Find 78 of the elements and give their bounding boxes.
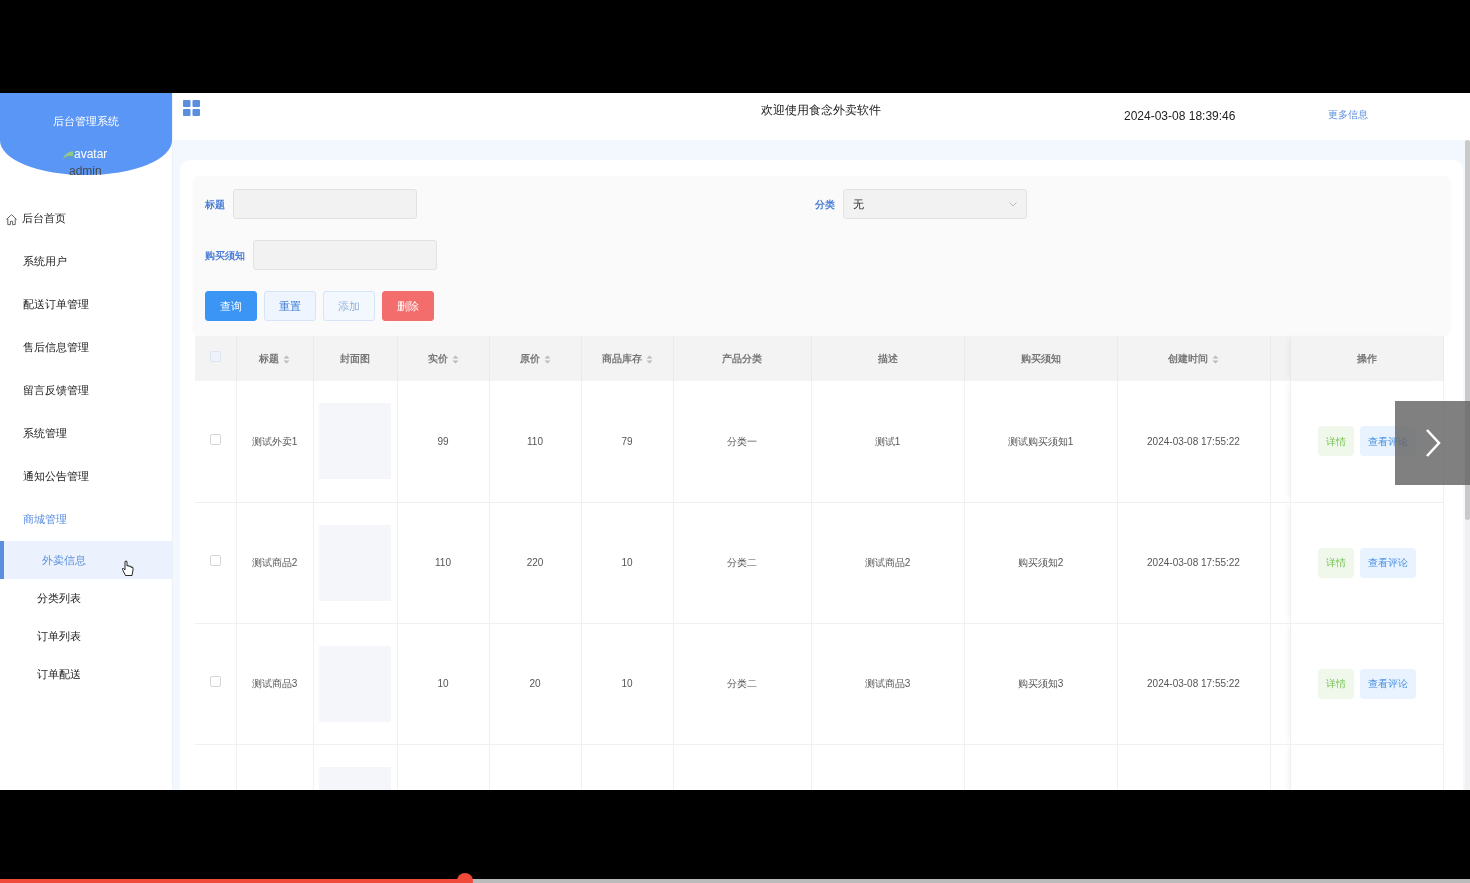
menu-item[interactable]: 售后信息管理 <box>0 326 172 369</box>
app-title: 后台管理系统 <box>52 114 120 129</box>
menu-item[interactable]: 配送订单管理 <box>0 283 172 326</box>
field-label: 购买须知 <box>205 248 245 263</box>
row-action-button[interactable]: 详情 <box>1317 426 1354 457</box>
column-header: 描述 <box>877 353 898 364</box>
table-cell: 110 <box>435 557 451 568</box>
column-header: 封面图 <box>340 353 370 364</box>
username: admin <box>69 165 102 178</box>
column-header: 购买须知 <box>1020 353 1061 364</box>
chevron-down-icon <box>1009 201 1017 207</box>
action-button[interactable]: 重置 <box>264 291 316 321</box>
submenu-item[interactable]: 订单列表 <box>0 617 172 655</box>
table-cell: 220 <box>526 557 544 568</box>
table-cell: 购买须知2 <box>1017 557 1064 568</box>
menu-item[interactable]: 后台首页 <box>0 197 172 240</box>
row-action-button[interactable]: 详情 <box>1317 668 1354 699</box>
input-field[interactable] <box>233 189 417 219</box>
current-datetime: 2024-03-08 18:39:46 <box>1124 108 1236 125</box>
column-header: 原价 <box>519 353 540 364</box>
menu-item[interactable]: 留言反馈管理 <box>0 369 172 412</box>
table-cell: 测试购买须知1 <box>1007 435 1074 447</box>
page-title: 欢迎使用食念外卖软件 <box>761 102 881 119</box>
table-cell: 2024-03-08 17:55:22 <box>1147 435 1240 447</box>
table-cell: 110 <box>527 435 543 447</box>
column-header: 实价 <box>427 353 448 364</box>
table-cell: 分类一 <box>727 435 757 447</box>
more-info-link[interactable]: 更多信息 <box>1328 107 1368 122</box>
table-cell: 分类二 <box>727 557 757 568</box>
sort-icon[interactable] <box>1212 354 1219 364</box>
action-button[interactable]: 删除 <box>382 291 434 321</box>
row-action-button[interactable]: 查看评论 <box>1359 668 1416 699</box>
column-header: 产品分类 <box>722 353 762 364</box>
table-cell: 99 <box>437 435 449 447</box>
table-cell: 20 <box>529 678 541 689</box>
column-header: 创建时间 <box>1168 353 1208 364</box>
select-field[interactable]: 无 <box>843 189 1027 219</box>
table-cell: 测试1 <box>874 435 901 447</box>
sort-icon[interactable] <box>451 354 459 364</box>
table-cell: 测试商品3 <box>251 678 298 689</box>
sort-icon[interactable] <box>645 354 653 364</box>
input-field[interactable] <box>253 240 437 270</box>
row-checkbox[interactable] <box>209 676 221 687</box>
table-cell: 10 <box>437 678 449 689</box>
menu-item[interactable]: 系统用户 <box>0 240 172 283</box>
column-header: 标题 <box>259 353 279 364</box>
field-label: 分类 <box>815 197 835 212</box>
table-cell: 10 <box>621 678 633 689</box>
table-cell: 10 <box>621 557 633 568</box>
row-action-button[interactable]: 详情 <box>1317 547 1354 578</box>
row-action-button[interactable]: 查看评论 <box>1359 547 1416 578</box>
table-cell: 测试商品2 <box>251 557 298 568</box>
chevron-right-icon <box>1424 428 1441 458</box>
column-header: 商品库存 <box>601 353 642 364</box>
table-cell: 79 <box>621 435 633 447</box>
column-header: 操作 <box>1356 353 1377 364</box>
row-checkbox[interactable] <box>209 555 221 566</box>
sort-icon[interactable] <box>283 354 290 364</box>
table-cell: 测试商品2 <box>864 557 911 568</box>
submenu-item[interactable]: 分类列表 <box>0 579 172 617</box>
table-cell: 2024-03-08 17:55:22 <box>1147 678 1240 689</box>
hand-cursor-icon <box>121 560 134 578</box>
table-cell: 2024-03-08 17:55:22 <box>1147 557 1240 568</box>
field-label: 标题 <box>205 197 225 212</box>
avatar-alt-text: avatar <box>74 146 108 163</box>
menu-item[interactable]: 商城管理 <box>0 498 172 541</box>
sort-icon[interactable] <box>543 354 551 364</box>
table-cell: 测试商品3 <box>864 678 911 689</box>
submenu-item[interactable]: 订单配送 <box>0 655 172 693</box>
table-cell: 购买须知3 <box>1017 678 1064 689</box>
table-cell: 测试外卖1 <box>251 435 298 447</box>
menu-item[interactable]: 系统管理 <box>0 412 172 455</box>
grid-menu-icon[interactable] <box>183 100 200 116</box>
action-button[interactable]: 查询 <box>205 291 257 321</box>
row-checkbox[interactable] <box>209 433 221 445</box>
menu-item[interactable]: 通知公告管理 <box>0 455 172 498</box>
submenu-item[interactable]: 外卖信息 <box>0 541 172 579</box>
table-cell: 分类二 <box>727 678 757 689</box>
